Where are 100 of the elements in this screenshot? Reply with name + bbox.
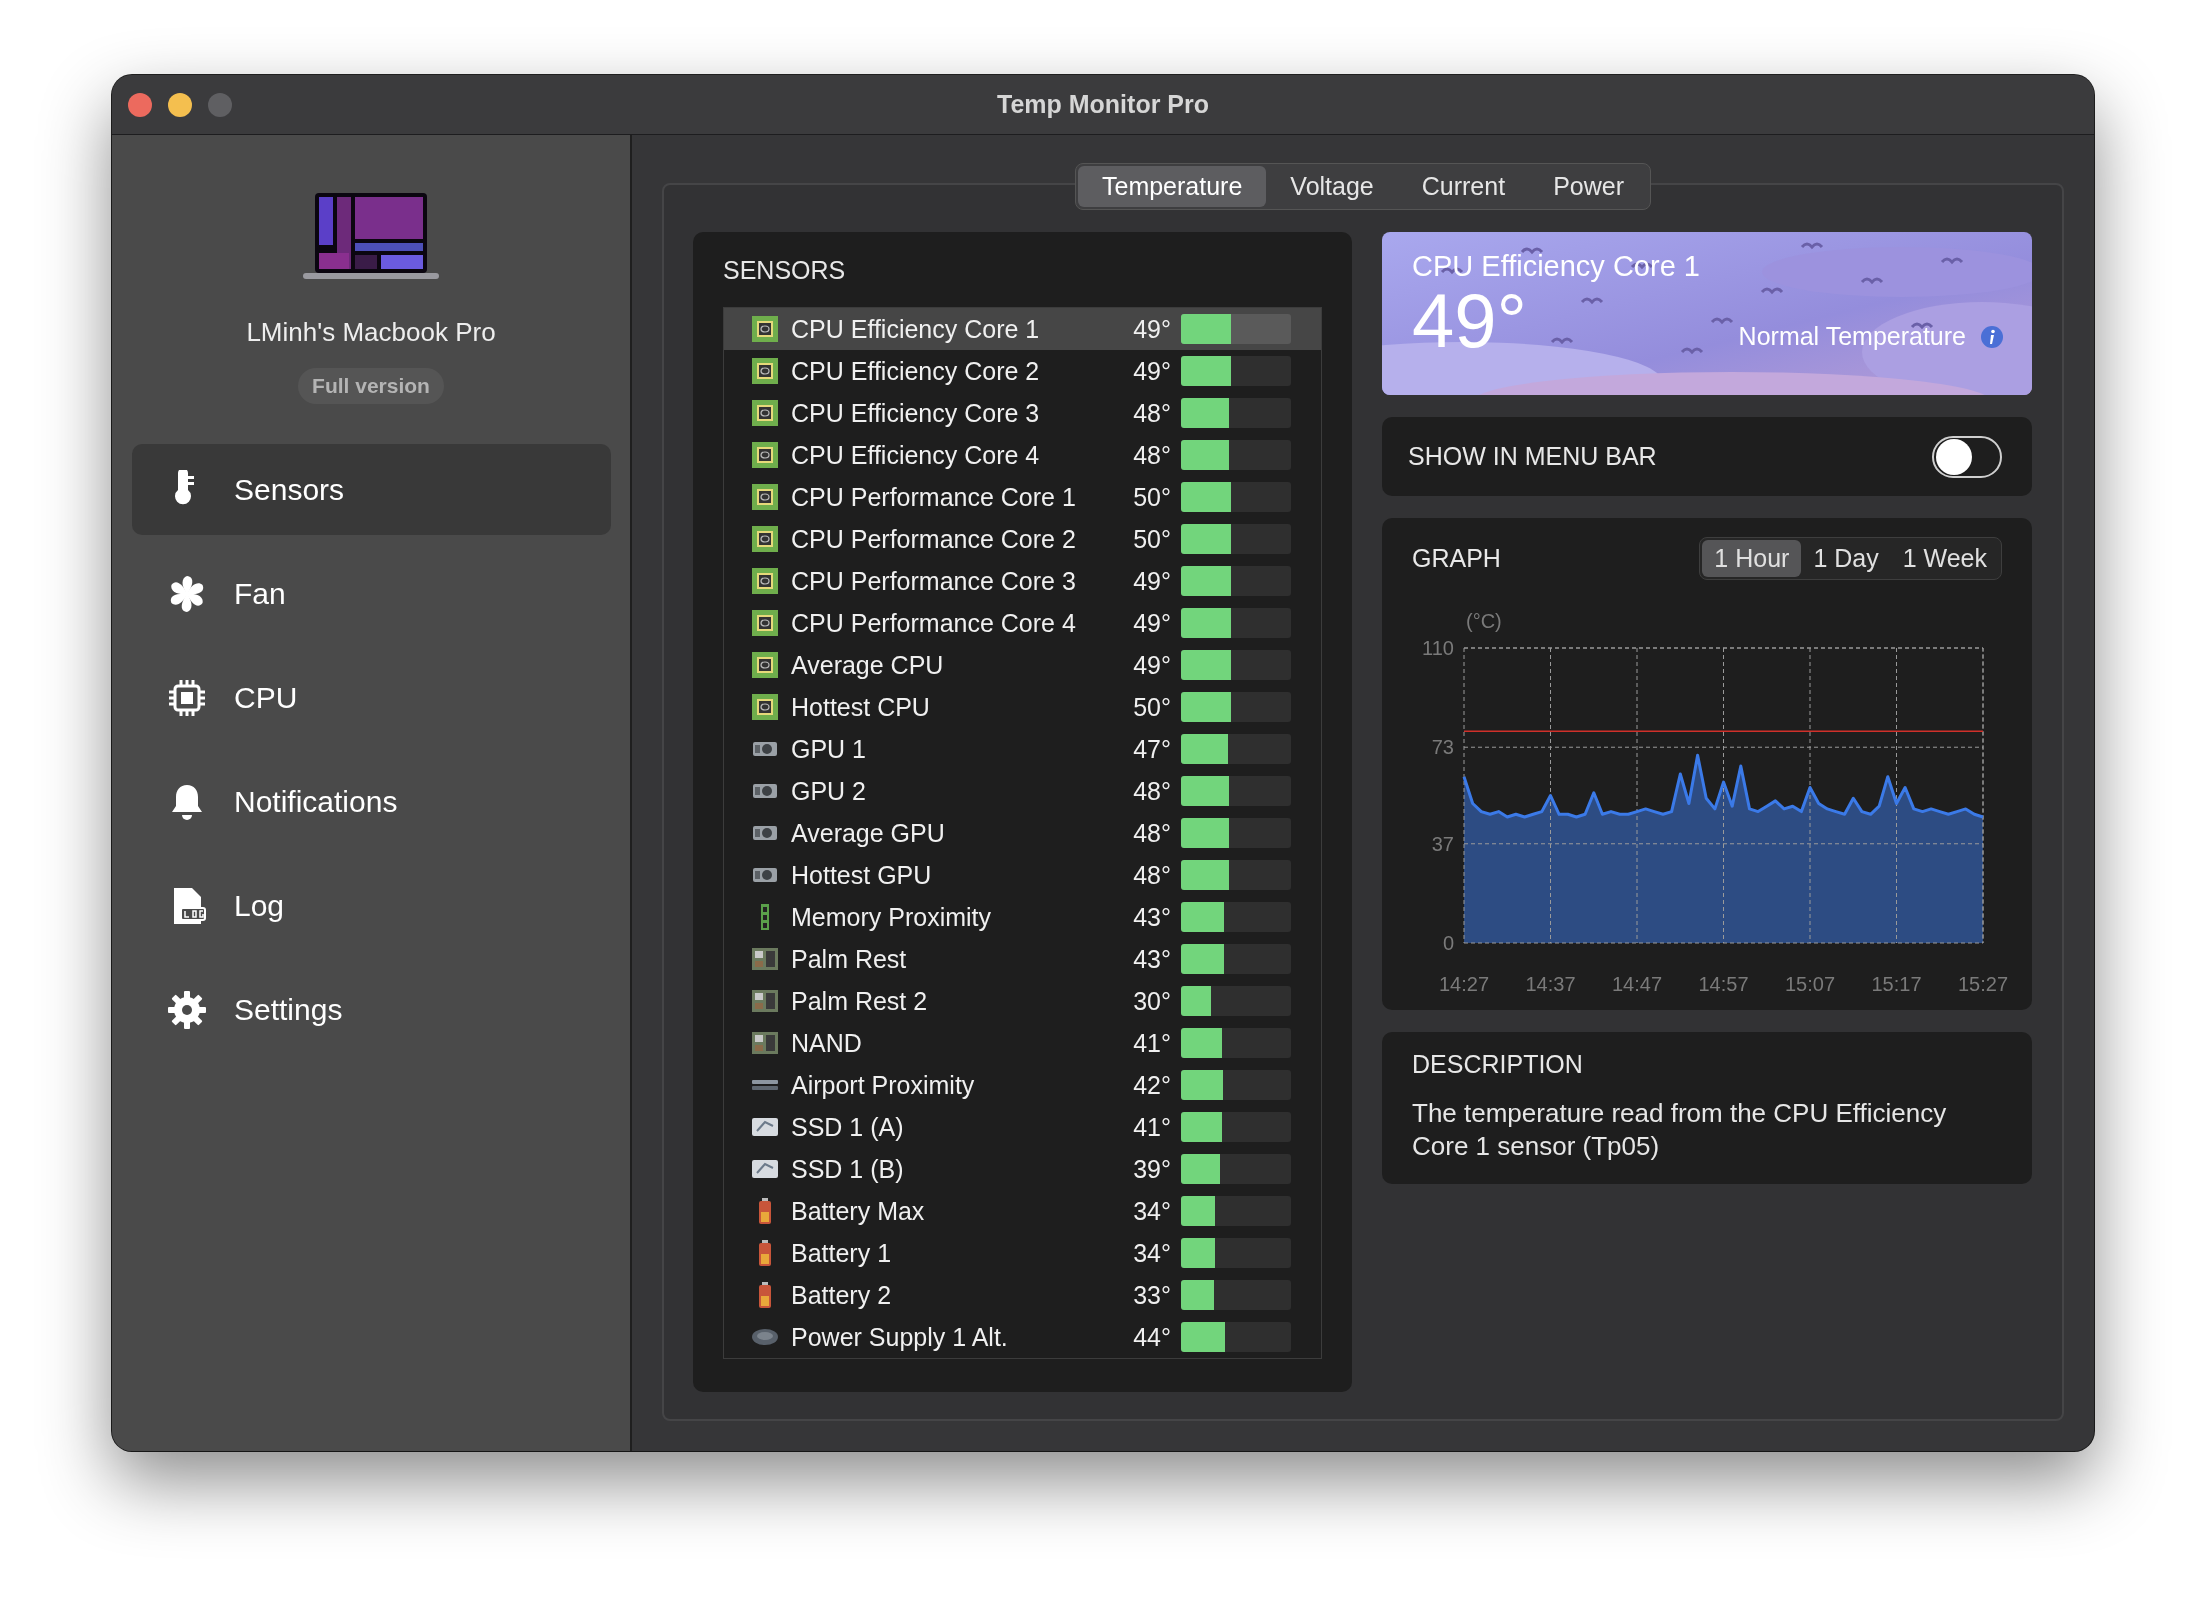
sensor-row[interactable]: SSD 1 (B) 39° xyxy=(724,1148,1321,1190)
sensor-temperature: 34° xyxy=(1133,1238,1171,1268)
sensor-name: Palm Rest 2 xyxy=(791,986,929,1016)
sensor-temperature: 42° xyxy=(1133,1070,1171,1100)
y-tick-label: 37 xyxy=(1431,832,1454,855)
sidebar-item[interactable]: Sensors xyxy=(132,444,611,535)
close-button[interactable] xyxy=(128,92,152,117)
tab[interactable]: Voltage xyxy=(1266,166,1398,207)
sensor-row[interactable]: Airport Proximity 42° xyxy=(724,1064,1321,1106)
drive-icon xyxy=(752,1160,778,1178)
cpu-chip-icon xyxy=(752,400,778,426)
sensor-name: CPU Performance Core 4 xyxy=(791,608,1077,638)
sidebar-item[interactable]: CPU xyxy=(132,652,611,743)
sensor-name: NAND xyxy=(791,1028,863,1058)
sensor-name: Battery 1 xyxy=(791,1238,893,1268)
sensor-row[interactable]: CPU Efficiency Core 4 48° xyxy=(724,434,1321,476)
device-name: LMinh's Macbook Pro xyxy=(246,317,496,348)
sensor-temperature: 49° xyxy=(1133,608,1171,638)
sensor-row[interactable]: Average GPU 48° xyxy=(724,812,1321,854)
sensor-row[interactable]: Palm Rest 43° xyxy=(724,938,1321,980)
description-text: The temperature read from the CPU Efficiency Core 1 sensor (Tp05) xyxy=(1412,1097,1948,1162)
sensor-temperature: 49° xyxy=(1133,566,1171,596)
drive-icon xyxy=(752,1118,778,1136)
range-option[interactable]: 1 Day xyxy=(1801,539,1891,577)
cpu-chip-icon xyxy=(752,358,778,384)
sensor-row[interactable]: GPU 2 48° xyxy=(724,770,1321,812)
tab[interactable]: Temperature xyxy=(1078,166,1267,207)
sidebar-item[interactable]: Notifications xyxy=(132,756,611,847)
sensor-name: CPU Efficiency Core 3 xyxy=(791,398,1041,428)
sensor-temperature: 48° xyxy=(1133,860,1171,890)
sensor-row[interactable]: NAND 41° xyxy=(724,1022,1321,1064)
sensor-row[interactable]: CPU Performance Core 3 49° xyxy=(724,560,1321,602)
sensor-temperature: 33° xyxy=(1133,1280,1171,1310)
sensor-row[interactable]: CPU Performance Core 1 50° xyxy=(724,476,1321,518)
cpu-chip-icon xyxy=(752,610,778,636)
minimize-button[interactable] xyxy=(168,92,192,117)
sensor-temperature: 47° xyxy=(1133,734,1171,764)
sensor-row[interactable]: CPU Efficiency Core 1 49° xyxy=(724,308,1321,350)
section-title: SENSORS xyxy=(723,256,847,286)
sensor-row[interactable]: Memory Proximity 43° xyxy=(724,896,1321,938)
sensor-name: Battery Max xyxy=(791,1196,926,1226)
sensor-temperature: 48° xyxy=(1133,818,1171,848)
battery-icon xyxy=(759,1198,771,1224)
sensor-row[interactable]: CPU Efficiency Core 3 48° xyxy=(724,392,1321,434)
sensor-temperature: 43° xyxy=(1133,944,1171,974)
y-tick-label: 73 xyxy=(1431,736,1454,759)
sensor-name: SSD 1 (B) xyxy=(791,1154,905,1184)
sensor-temperature: 50° xyxy=(1133,692,1171,722)
sensor-row[interactable]: SSD 1 (A) 41° xyxy=(724,1106,1321,1148)
sensor-name: Hottest GPU xyxy=(791,860,933,890)
sensor-row[interactable]: Power Supply 1 Alt. 44° xyxy=(724,1316,1321,1358)
sensor-name: Battery 2 xyxy=(791,1280,893,1310)
cpu-chip-icon xyxy=(752,652,778,678)
sensor-name: Airport Proximity xyxy=(791,1070,976,1100)
range-option[interactable]: 1 Week xyxy=(1890,539,1999,577)
sensor-temperature: 41° xyxy=(1133,1028,1171,1058)
sensor-row[interactable]: GPU 1 47° xyxy=(724,728,1321,770)
sensor-row[interactable]: CPU Efficiency Core 2 49° xyxy=(724,350,1321,392)
sidebar-item[interactable]: Log xyxy=(132,860,611,951)
sensor-row[interactable]: CPU Performance Core 4 49° xyxy=(724,602,1321,644)
battery-icon xyxy=(759,1282,771,1308)
cpu-chip-icon xyxy=(752,568,778,594)
sensor-row[interactable]: Battery Max 34° xyxy=(724,1190,1321,1232)
memory-stick-icon xyxy=(761,904,769,930)
sensor-temperature: 48° xyxy=(1133,398,1171,428)
sensor-row[interactable]: Hottest GPU 48° xyxy=(724,854,1321,896)
setting-label: SHOW IN MENU BAR xyxy=(1408,442,1657,471)
tab[interactable]: Power xyxy=(1529,166,1648,207)
sensor-row[interactable]: Palm Rest 2 30° xyxy=(724,980,1321,1022)
sensor-name: CPU Efficiency Core 4 xyxy=(791,440,1041,470)
range-option[interactable]: 1 Hour xyxy=(1702,539,1802,577)
sensor-temperature: 30° xyxy=(1133,986,1171,1016)
cpu-chip-icon xyxy=(752,316,778,342)
sensor-temperature: 48° xyxy=(1133,440,1171,470)
sensor-temperature: 50° xyxy=(1133,482,1171,512)
sensor-row[interactable]: Battery 2 33° xyxy=(724,1274,1321,1316)
sensor-temperature: 49° xyxy=(1133,314,1171,344)
sensor-row[interactable]: CPU Performance Core 2 50° xyxy=(724,518,1321,560)
sensor-title: CPU Efficiency Core 1 xyxy=(1412,250,1701,283)
sensor-temperature: 44° xyxy=(1133,1322,1171,1352)
sensor-row[interactable]: Hottest CPU 50° xyxy=(724,686,1321,728)
x-tick-label: 14:57 xyxy=(1698,973,1749,995)
x-tick-label: 15:07 xyxy=(1784,973,1836,995)
sidebar-item[interactable]: Settings xyxy=(132,964,611,1055)
sensor-temperature: 49° xyxy=(1133,650,1171,680)
sidebar-item[interactable]: Fan xyxy=(132,548,611,639)
x-tick-label: 14:27 xyxy=(1438,973,1490,995)
sensor-name: CPU Efficiency Core 1 xyxy=(791,314,1041,344)
sensor-name: Palm Rest xyxy=(791,944,908,974)
sensor-name: CPU Performance Core 2 xyxy=(791,524,1077,554)
sensor-temperature: 39° xyxy=(1133,1154,1171,1184)
graphics-card-icon xyxy=(753,868,777,882)
sensor-row[interactable]: Battery 1 34° xyxy=(724,1232,1321,1274)
sensor-temperature: 48° xyxy=(1133,776,1171,806)
info-icon[interactable] xyxy=(1980,324,2004,349)
sensor-row[interactable]: Average CPU 49° xyxy=(724,644,1321,686)
toggle-switch[interactable] xyxy=(1932,435,2002,478)
power-adapter-icon xyxy=(752,1329,778,1345)
tab[interactable]: Current xyxy=(1397,166,1530,207)
sensor-name: CPU Efficiency Core 2 xyxy=(791,356,1041,386)
